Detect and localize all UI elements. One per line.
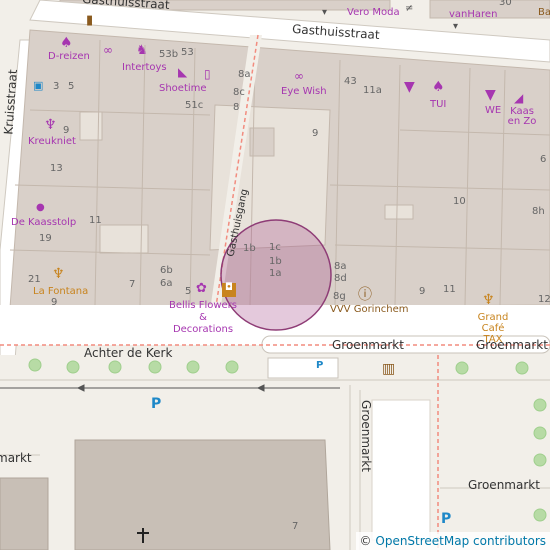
poi-label-we[interactable]: WE [485,106,501,116]
laundry-icon: ♆ [44,117,57,133]
house-number: 19 [39,233,52,244]
house-number: 8d [334,273,347,284]
house-number: 11 [443,284,456,295]
poi-label-vvv[interactable]: VVV Gorinchem [330,305,409,315]
house-number: 13 [50,163,63,174]
poi-label-kreukniet[interactable]: Kreukniet [28,137,76,147]
shopping-bag-icon: ♠ [60,35,73,51]
house-number: 7 [292,521,299,532]
waste-basket-icon: ▾ [453,21,459,32]
street-label-groenmarkt-vertical: Groenmarkt [358,400,373,472]
map-view[interactable]: ♠ ▮ ∞ ♞ ◣ ▯ ∞ ▼ ♠ ▼ ◢ ♆ ● ♆ ✿ ◘ ⓘ ♆ ▥ ▾ … [0,0,550,550]
house-number: 51c [185,100,204,111]
street-label-groenmarkt-low: Groenmarkt [468,478,540,492]
poi-label-de-kaasstolp[interactable]: De Kaasstolp [11,218,76,228]
house-number: 9 [51,297,58,308]
house-number: 6b [160,265,173,276]
house-number: 3 [53,81,60,92]
poi-label-bellis-flowers[interactable]: Bellis Flowers & Decorations [168,300,238,336]
poi-label-la-fontana[interactable]: La Fontana [33,287,88,297]
shirt-icon: ▼ [404,79,415,95]
house-number: 53b [159,49,179,60]
bar-icon: ♆ [482,292,495,308]
poi-label-vero-moda[interactable]: Vero Moda [347,8,400,18]
atm-icon: ≠ [405,3,414,14]
copyright-symbol: © [359,534,372,548]
poi-label-shoetime[interactable]: Shoetime [159,84,207,94]
restaurant-icon-2: ♆ [52,266,65,282]
info-icon: ⓘ [358,287,372,303]
poi-label-intertoys[interactable]: Intertoys [122,63,167,73]
house-number: 1a [269,268,282,279]
house-number: 1c [269,242,281,253]
pub-icon: ▥ [382,361,396,377]
restaurant-icon: ▮ [86,13,94,28]
flower-icon: ✿ [196,281,207,296]
waste-basket-icon-2: ▾ [322,7,328,18]
house-number: 8 [233,102,240,113]
house-number: 1b [243,243,256,254]
shoe-icon: ◣ [178,65,188,79]
parking-icon-small: P [316,360,324,371]
house-number: 12 [538,294,550,305]
house-number: 5 [68,81,75,92]
poi-label-d-reizen[interactable]: D-reizen [48,52,90,62]
house-number: 7 [129,279,136,290]
house-number: 9 [312,128,319,139]
house-number: 8c [233,87,245,98]
shirt-icon-2: ▼ [485,87,496,103]
street-label-markt-partial: markt [0,451,32,465]
eyeglasses-icon-2: ∞ [294,69,304,83]
house-number: 53 [181,47,194,58]
poi-label-van-haren[interactable]: vanHaren [449,10,497,20]
osm-contributors-link[interactable]: OpenStreetMap contributors [375,534,546,548]
parking-icon: P [151,396,162,412]
house-number: 9 [63,125,70,136]
bus-stop-icon: ▣ [33,79,44,92]
house-number: 8g [333,291,346,302]
house-number: 9 [419,286,426,297]
poi-label-kaas-en-zo[interactable]: Kaas en Zo [504,107,540,127]
poi-label-eye-wish[interactable]: Eye Wish [281,87,327,97]
house-number: 11a [363,85,382,96]
street-label-groenmarkt-1: Groenmarkt [332,338,404,352]
eyeglasses-icon: ∞ [103,43,113,57]
house-number: 10 [453,196,466,207]
house-number: 11 [89,215,102,226]
travel-icon: ♠ [432,79,445,95]
poi-label-grand-cafe[interactable]: Grand Café TAX [471,312,515,345]
house-number: 6a [160,278,173,289]
cheese-icon: ◢ [514,91,524,105]
house-number: 8a [238,69,251,80]
poi-label-ba-partial[interactable]: Ba [538,8,550,18]
house-number: 8a [334,261,347,272]
poi-label-tui[interactable]: TUI [430,100,446,110]
cafe-icon: ◘ [222,283,236,297]
house-number: 30 [499,0,512,8]
parking-icon-2: P [441,511,452,527]
house-number: 5 [185,286,192,297]
phone-icon: ▯ [204,67,211,81]
house-number: 1b [269,256,282,267]
house-number: 43 [344,76,357,87]
toy-horse-icon: ♞ [136,43,148,58]
street-label-achter-de-kerk: Achter de Kerk [84,346,173,360]
house-number: 21 [28,274,41,285]
house-number: 6 [540,154,547,165]
map-attribution: © OpenStreetMap contributors [355,532,550,550]
house-number: 8h [532,206,545,217]
poi-dot-icon: ● [36,202,45,213]
